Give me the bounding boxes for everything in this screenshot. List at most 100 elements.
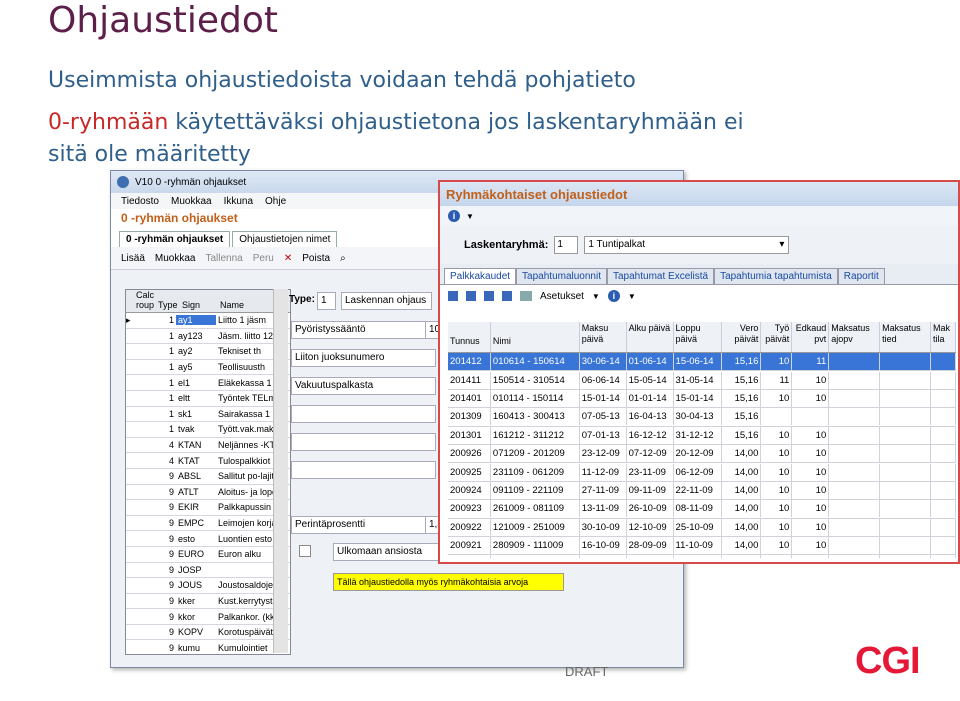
table-cell: 200926 <box>448 445 491 463</box>
col-calc-group[interactable]: Calc roup <box>136 290 158 312</box>
col-nimi[interactable]: Nimi <box>491 322 580 352</box>
table-cell: 30-04-13 <box>674 408 723 426</box>
table-row[interactable]: 201412 010614 - 150614 30-06-14 01-06-14 15-… <box>448 353 956 372</box>
last-record-icon[interactable] <box>502 291 512 301</box>
list-item[interactable]: 9 esto Luontien esto <box>126 531 290 547</box>
list-item[interactable]: 9 EKIR Palkkapussin <box>126 500 290 516</box>
table-row[interactable]: 200921 280909 - 111009 16-10-09 28-09-09 11-… <box>448 537 956 556</box>
col-sign[interactable]: Sign <box>182 290 220 312</box>
list-item[interactable]: 9 EURO Euron alku <box>126 547 290 563</box>
list-item[interactable]: 1 tvak Tyött.vak.maks <box>126 422 290 438</box>
list-item[interactable]: 4 KTAN Neljännes -KT <box>126 438 290 454</box>
tab-events-excel[interactable]: Tapahtumat Excelistä <box>607 268 715 284</box>
col-name[interactable]: Name <box>220 290 280 312</box>
tab-events-from-events[interactable]: Tapahtumia tapahtumista <box>714 268 838 284</box>
list-item[interactable]: 9 EMPC Leimojen korjau <box>126 516 290 532</box>
list-item[interactable]: 4 KTAT Tulospalkkiot <box>126 453 290 469</box>
list-item[interactable]: 9 JOSP <box>126 563 290 579</box>
settings-icon[interactable] <box>520 291 532 301</box>
col-tyo[interactable]: Työ päivät <box>761 322 793 352</box>
first-record-icon[interactable] <box>448 291 458 301</box>
tab-pay-periods[interactable]: Palkkakaudet <box>444 268 517 284</box>
search-icon[interactable]: ⌕ <box>340 253 346 264</box>
union-number-field[interactable]: Liiton juoksunumero <box>291 349 436 367</box>
table-row[interactable]: 200924 091109 - 221109 27-11-09 09-11-09 22-… <box>448 481 956 501</box>
col-maksatus-tied[interactable]: Maksatus tied <box>880 322 932 352</box>
calc-group-input[interactable]: 1 <box>554 236 579 254</box>
table-row[interactable]: 200926 071209 - 201209 23-12-09 07-12-09 20-… <box>448 445 956 464</box>
menu-tiedosto[interactable]: Tiedosto <box>121 196 159 207</box>
list-item[interactable]: 1 el1 Eläkekassa 1 <box>126 375 290 391</box>
col-maksatus-ajopv[interactable]: Maksatus ajopv <box>829 322 881 352</box>
settings-menu[interactable]: Asetukset <box>540 291 584 302</box>
table-row[interactable]: 200920140909 - 27090902-10-0914-09-0927-… <box>448 555 956 558</box>
list-item[interactable]: 9 kumu Kumulointiet <box>126 640 290 654</box>
table-cell: 25-10-09 <box>674 518 723 536</box>
table-row[interactable]: 200925 231109 - 061209 11-12-09 23-11-09 06-… <box>448 463 956 482</box>
col-vero[interactable]: Vero päivät <box>722 322 762 352</box>
list-item[interactable]: 1 ay123 Jäsm. liitto 123 <box>126 329 290 345</box>
previous-record-icon[interactable] <box>466 291 476 301</box>
table-row[interactable]: 200923 261009 - 081109 13-11-09 26-10-09 08-… <box>448 500 956 519</box>
list-item[interactable]: 9 JOUS Joustosaldojen <box>126 578 290 594</box>
list-item[interactable]: 1 ay2 Tekniset th <box>126 344 290 360</box>
table-row[interactable]: 201411 150514 - 310514 06-06-14 15-05-14 31-… <box>448 371 956 390</box>
grid-cell: Työntek TELm <box>218 393 276 404</box>
dropdown-arrow-icon-2[interactable]: ▼ <box>628 292 636 301</box>
delete-icon[interactable]: ✕ <box>284 253 292 264</box>
list-item[interactable]: 9 ATLT Aloitus- ja lope <box>126 485 290 501</box>
save-button[interactable]: Tallenna <box>205 253 242 264</box>
dropdown-arrow-icon[interactable]: ▼ <box>466 212 474 221</box>
calc-group-select[interactable]: 1 Tuntipalkat ▾ <box>584 236 790 254</box>
table-cell: 10 <box>761 389 793 407</box>
grid-cell: Palkankor. (kk) <box>218 611 278 622</box>
table-row[interactable]: 201301 161212 - 311212 07-01-13 16-12-12 31-… <box>448 426 956 445</box>
cancel-button[interactable]: Peru <box>253 253 274 264</box>
list-item[interactable]: 1 ay5 Teollisuusth <box>126 360 290 376</box>
empty-field-3[interactable] <box>291 461 436 479</box>
collection-percent-field[interactable]: Perintäprosentti <box>291 516 426 534</box>
col-edkaud[interactable]: Edkaud pvt <box>792 322 830 352</box>
delete-button[interactable]: Poista <box>302 253 330 264</box>
list-item[interactable]: 9 ABSL Sallitut po-lajit <box>126 469 290 485</box>
vertical-scrollbar[interactable] <box>273 289 288 653</box>
insurance-field[interactable]: Vakuutuspalkasta <box>291 377 436 395</box>
tab-control-names[interactable]: Ohjaustietojen nimet <box>232 231 338 247</box>
rounding-field[interactable]: Pyöristyssääntö <box>291 321 426 339</box>
table-row[interactable]: 201309 160413 - 300413 07-05-13 16-04-13 30-… <box>448 408 956 427</box>
list-item[interactable]: ▸ 1 ay1 Liitto 1 jäsm <box>126 313 290 329</box>
grid-cell: ABSL <box>178 471 202 482</box>
type-input[interactable]: 1 <box>317 292 336 310</box>
settings-dropdown-icon[interactable]: ▼ <box>592 292 600 301</box>
col-loppu[interactable]: Loppu päivä <box>674 322 723 352</box>
tab-reports[interactable]: Raportit <box>837 268 885 284</box>
menu-ohje[interactable]: Ohje <box>265 196 286 207</box>
col-tunnus[interactable]: Tunnus <box>448 322 491 352</box>
tab-event-creation[interactable]: Tapahtumaluonnit <box>516 268 607 284</box>
list-item[interactable]: 9 kker Kust.kerrytyst <box>126 594 290 610</box>
table-cell: 13-11-09 <box>580 500 627 518</box>
menu-ikkuna[interactable]: Ikkuna <box>224 196 253 207</box>
empty-field-1[interactable] <box>291 405 436 423</box>
empty-field-2[interactable] <box>291 433 436 451</box>
next-record-icon[interactable] <box>484 291 494 301</box>
list-item[interactable]: 9 kkor Palkankor. (kk) <box>126 609 290 625</box>
add-button[interactable]: Lisää <box>121 253 145 264</box>
list-item[interactable]: 1 eltt Työntek TELm <box>126 391 290 407</box>
menu-muokkaa[interactable]: Muokkaa <box>171 196 212 207</box>
table-cell: 11-12-09 <box>580 463 627 481</box>
table-row[interactable]: 201401 010114 - 150114 15-01-14 01-01-14 15-… <box>448 389 956 409</box>
list-item[interactable]: 9 KOPV Korotuspäivät <box>126 625 290 641</box>
edit-button[interactable]: Muokkaa <box>155 253 196 264</box>
list-item[interactable]: 1 sk1 Sairakassa 1 <box>126 407 290 423</box>
foreign-income-checkbox[interactable] <box>299 545 311 557</box>
col-alku[interactable]: Alku päivä <box>627 322 674 352</box>
col-mak-tila[interactable]: Mak tila <box>931 322 956 352</box>
info-icon-2[interactable]: i <box>607 290 620 302</box>
col-type[interactable]: Type <box>158 290 182 312</box>
window2-title[interactable]: Ryhmäkohtaiset ohjaustiedot <box>440 182 958 206</box>
col-maksu[interactable]: Maksu päivä <box>580 322 627 352</box>
tab-group-zero[interactable]: 0 -ryhmän ohjaukset <box>119 231 231 247</box>
table-row[interactable]: 200922 121009 - 251009 30-10-09 12-10-09 25-… <box>448 518 956 537</box>
info-icon[interactable]: i <box>448 210 460 222</box>
